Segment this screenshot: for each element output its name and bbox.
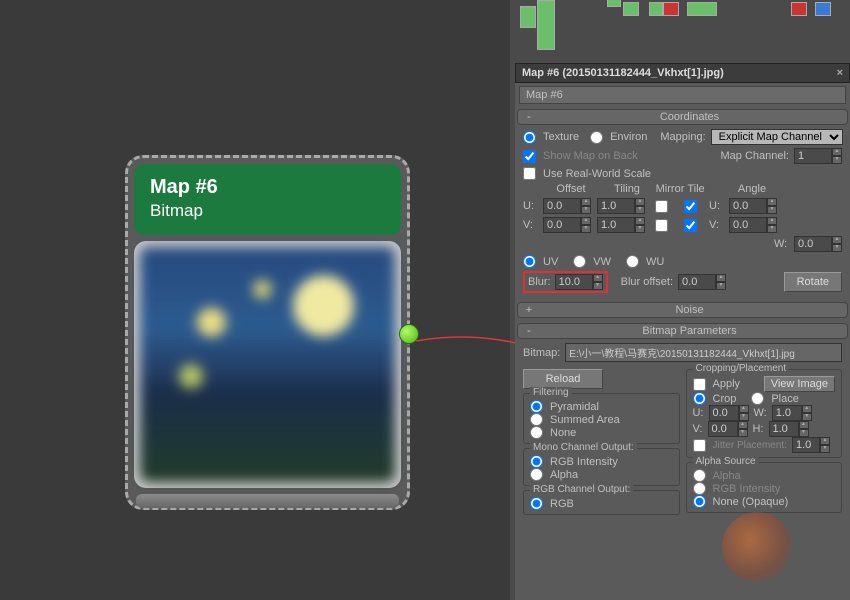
- chk-real-world[interactable]: [523, 167, 536, 180]
- radio-summed[interactable]: [530, 413, 543, 426]
- node-wire: [416, 334, 516, 348]
- v-angle[interactable]: ▲▼: [729, 217, 777, 233]
- group-alpha-source: Alpha Source Alpha RGB Intensity None (O…: [686, 462, 843, 513]
- collapse-icon: -: [524, 325, 534, 337]
- radio-mono-alpha[interactable]: [530, 468, 543, 481]
- node-footer: [136, 494, 399, 508]
- v-mirror[interactable]: [655, 219, 668, 232]
- radio-none[interactable]: [530, 426, 543, 439]
- v-tiling[interactable]: ▲▼: [597, 217, 645, 233]
- v-tile[interactable]: [684, 219, 697, 232]
- rollout-header-coordinates[interactable]: - Coordinates: [517, 109, 848, 125]
- w-angle[interactable]: ▲▼: [794, 236, 842, 252]
- panel-titlebar[interactable]: Map #6 (20150131182444_Vkhxt[1].jpg) ×: [515, 63, 850, 83]
- radio-rgbout-rgb[interactable]: [530, 497, 543, 510]
- material-editor-panel: Map #6 (20150131182444_Vkhxt[1].jpg) × M…: [515, 63, 850, 600]
- group-cropping: Cropping/Placement Apply View Image Crop…: [686, 369, 843, 458]
- rollout-bitmap-params: - Bitmap Parameters Bitmap: E:\小一\教程\马赛克…: [517, 323, 848, 519]
- expand-icon: +: [524, 304, 534, 316]
- u-angle[interactable]: ▲▼: [729, 198, 777, 214]
- node-thumbnail-frame: [134, 241, 401, 488]
- mapping-combo[interactable]: Explicit Map Channel: [711, 129, 843, 145]
- reload-button[interactable]: Reload: [523, 369, 603, 389]
- chk-show-map[interactable]: [523, 150, 536, 163]
- blur-highlight: Blur: ▲▼: [523, 271, 608, 293]
- rollout-header-noise[interactable]: + Noise: [517, 302, 848, 318]
- radio-mono-rgb[interactable]: [530, 455, 543, 468]
- bitmap-path-field[interactable]: E:\小一\教程\马赛克\20150131182444_Vkhxt[1].jpg: [565, 343, 842, 362]
- group-filtering: Filtering Pyramidal Summed Area None: [523, 393, 680, 444]
- u-tiling[interactable]: ▲▼: [597, 198, 645, 214]
- u-tile[interactable]: [684, 200, 697, 213]
- radio-place[interactable]: [751, 392, 764, 405]
- crop-u[interactable]: ▲▼: [709, 405, 749, 421]
- u-offset[interactable]: ▲▼: [543, 198, 591, 214]
- radio-vw[interactable]: [573, 255, 586, 268]
- crop-h[interactable]: ▲▼: [769, 421, 809, 437]
- jitter-spinner[interactable]: ▲▼: [792, 437, 830, 453]
- radio-alpha-rgb[interactable]: [693, 482, 706, 495]
- chk-jitter[interactable]: [693, 439, 706, 452]
- radio-pyramidal[interactable]: [530, 400, 543, 413]
- rollout-header-bitmap[interactable]: - Bitmap Parameters: [517, 323, 848, 339]
- radio-texture[interactable]: [523, 131, 536, 144]
- node-thumbnail: [140, 247, 395, 482]
- node-type: Bitmap: [150, 201, 385, 221]
- radio-alpha-alpha[interactable]: [693, 469, 706, 482]
- rollout-coordinates: - Coordinates Texture Environ Mapping: E…: [517, 109, 848, 297]
- u-mirror[interactable]: [655, 200, 668, 213]
- map-name-field[interactable]: Map #6: [519, 86, 846, 104]
- node-map6[interactable]: Map #6 Bitmap: [125, 155, 410, 510]
- rollout-noise: + Noise: [517, 302, 848, 318]
- timeline-strip: [515, 0, 850, 60]
- close-icon[interactable]: ×: [837, 67, 843, 79]
- group-mono-output: Mono Channel Output: RGB Intensity Alpha: [523, 448, 680, 486]
- group-rgb-output: RGB Channel Output: RGB: [523, 490, 680, 515]
- watermark-badge: [722, 512, 792, 582]
- radio-wu[interactable]: [626, 255, 639, 268]
- radio-alpha-none[interactable]: [693, 495, 706, 508]
- rotate-button[interactable]: Rotate: [784, 272, 842, 292]
- map-channel-spinner[interactable]: ▲▼: [794, 148, 842, 164]
- radio-uv[interactable]: [523, 255, 536, 268]
- blur-spinner[interactable]: ▲▼: [555, 274, 603, 290]
- radio-crop[interactable]: [693, 392, 706, 405]
- view-image-button[interactable]: View Image: [764, 376, 835, 392]
- crop-v[interactable]: ▲▼: [708, 421, 748, 437]
- panel-title: Map #6 (20150131182444_Vkhxt[1].jpg): [522, 67, 724, 79]
- blur-offset-spinner[interactable]: ▲▼: [678, 274, 726, 290]
- node-graph-viewport[interactable]: Map #6 Bitmap: [0, 0, 510, 600]
- crop-w[interactable]: ▲▼: [772, 405, 812, 421]
- node-title: Map #6: [150, 176, 385, 199]
- chk-apply[interactable]: [693, 378, 706, 391]
- collapse-icon: -: [524, 111, 534, 123]
- radio-environ[interactable]: [590, 131, 603, 144]
- v-offset[interactable]: ▲▼: [543, 217, 591, 233]
